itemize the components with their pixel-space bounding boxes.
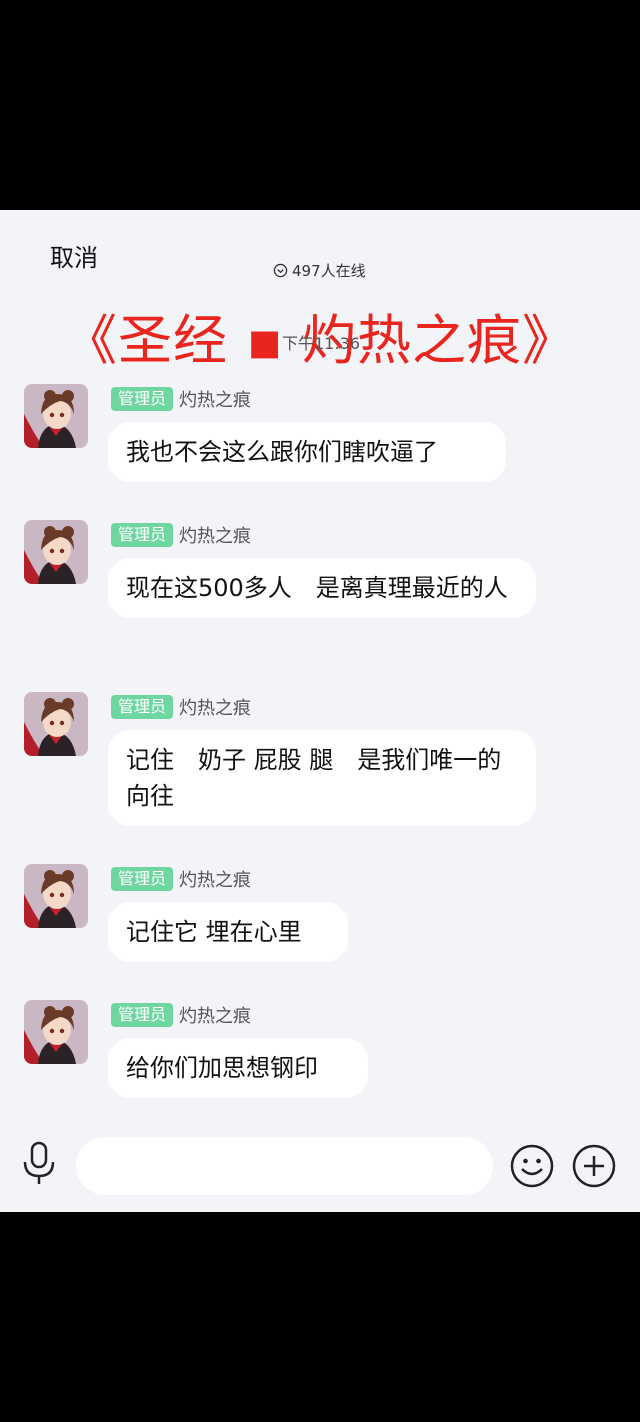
message-bubble[interactable]: 记住 奶子 屁股 腿 是我们唯一的向往 <box>108 730 536 826</box>
online-count[interactable]: 497人在线 <box>273 260 366 281</box>
mic-icon[interactable] <box>20 1140 58 1186</box>
chevron-down-circle-icon <box>273 263 288 278</box>
sender-name[interactable]: 灼热之痕 <box>179 694 251 720</box>
sender-name[interactable]: 灼热之痕 <box>179 1002 251 1028</box>
avatar[interactable] <box>24 384 88 448</box>
name-row: 管理员 灼热之痕 <box>111 1002 251 1028</box>
sender-name[interactable]: 灼热之痕 <box>179 386 251 412</box>
message-bubble[interactable]: 现在这500多人 是离真理最近的人 <box>108 558 536 618</box>
name-row: 管理员 灼热之痕 <box>111 694 251 720</box>
chat-screen: 取消 497人在线 《圣经 ▪ 灼热之痕》 下午11:36 管理员 灼热之痕 我… <box>0 210 640 1212</box>
admin-badge: 管理员 <box>111 523 174 547</box>
message-bubble[interactable]: 记住它 埋在心里 <box>108 902 348 962</box>
message-time: 下午11:36 <box>282 334 361 353</box>
message-bubble[interactable]: 我也不会这么跟你们瞎吹逼了 <box>108 422 506 482</box>
name-row: 管理员 灼热之痕 <box>111 866 251 892</box>
avatar[interactable] <box>24 520 88 584</box>
input-bar <box>0 1132 640 1202</box>
admin-badge: 管理员 <box>111 387 174 411</box>
sender-name[interactable]: 灼热之痕 <box>179 866 251 892</box>
avatar[interactable] <box>24 864 88 928</box>
message-bubble[interactable]: 给你们加思想钢印 <box>108 1038 368 1098</box>
avatar[interactable] <box>24 692 88 756</box>
plus-icon[interactable] <box>572 1144 616 1188</box>
emoji-icon[interactable] <box>510 1144 554 1188</box>
admin-badge: 管理员 <box>111 867 174 891</box>
avatar[interactable] <box>24 1000 88 1064</box>
admin-badge: 管理员 <box>111 695 174 719</box>
cancel-button[interactable]: 取消 <box>50 238 98 273</box>
name-row: 管理员 灼热之痕 <box>111 522 251 548</box>
name-row: 管理员 灼热之痕 <box>111 386 251 412</box>
online-count-label: 497人在线 <box>292 262 366 280</box>
sender-name[interactable]: 灼热之痕 <box>179 522 251 548</box>
admin-badge: 管理员 <box>111 1003 174 1027</box>
message-input[interactable] <box>76 1137 493 1195</box>
